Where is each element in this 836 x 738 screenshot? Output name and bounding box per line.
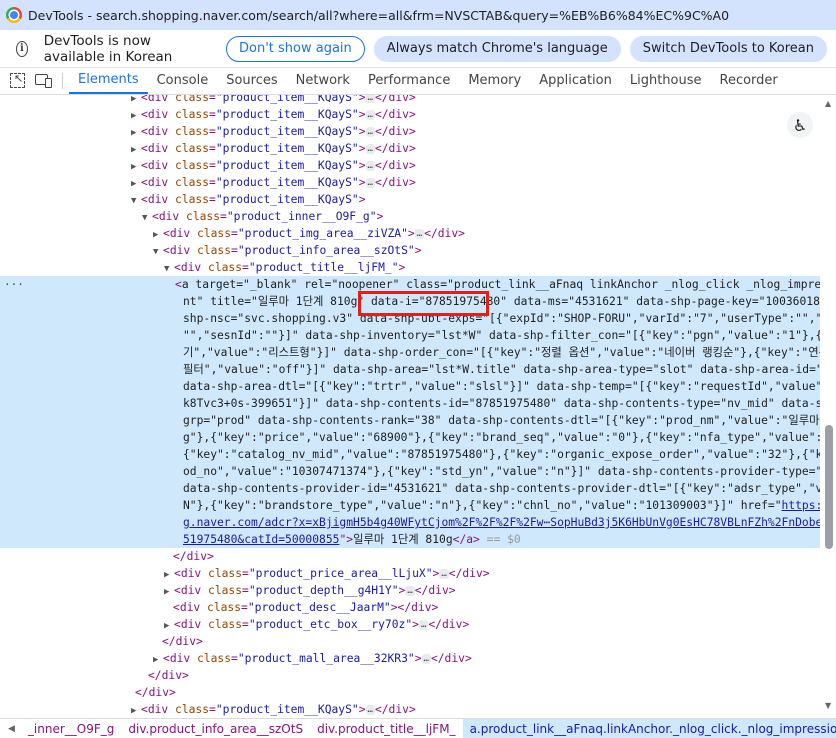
ellipsis-badge[interactable]: … xyxy=(418,620,429,630)
tab-network[interactable]: Network xyxy=(287,67,359,94)
accessibility-icon[interactable]: ♿ xyxy=(787,112,813,138)
dom-node-row[interactable]: ▼ <div class="product_item__KQayS"> xyxy=(0,191,820,208)
language-infobar: i DevTools is now available in Korean Do… xyxy=(0,30,836,68)
breadcrumb-item[interactable]: div.product_title__ljFM_ xyxy=(310,719,462,738)
selected-anchor-line-11[interactable]: {"key":"catalog_nv_mid","value":"8785197… xyxy=(0,446,820,463)
href-link-cont[interactable]: g.naver.com/adcr?x=xBjigmH5b4g40WFytCjom… xyxy=(183,516,820,529)
scrollbar-thumb[interactable] xyxy=(825,425,833,549)
href-link[interactable]: https://cr.shoppin xyxy=(782,499,820,512)
dom-node-row[interactable]: ▶ <div class="product_etc_box__ry70z">… </… xyxy=(0,616,820,633)
selected-anchor-line-2[interactable]: nt" title="일루마 1단계 810g" data-i="8785197… xyxy=(0,293,820,310)
anchor-text: 일루마 1단계 810g xyxy=(353,533,453,546)
ellipsis-badge[interactable]: … xyxy=(365,178,375,188)
toolbar-divider xyxy=(62,73,63,89)
inspect-element-icon[interactable] xyxy=(10,72,25,88)
dom-node-row[interactable]: ▶ <div class="product_depth__g4H1Y">… </di… xyxy=(0,582,820,599)
breadcrumb: ◀ _inner__O9F_g div.product_info_area__s… xyxy=(0,718,836,738)
window-title-bar: DevTools - search.shopping.naver.com/sea… xyxy=(0,0,836,30)
selected-anchor-line-15[interactable]: g.naver.com/adcr?x=xBjigmH5b4g40WFytCjom… xyxy=(0,514,820,531)
dom-close-row[interactable]: </div> xyxy=(0,667,820,684)
infobar-message: DevTools is now available in Korean xyxy=(43,32,173,65)
tab-recorder[interactable]: Recorder xyxy=(711,67,787,94)
breadcrumb-scroll-left-icon[interactable]: ◀ xyxy=(0,724,21,734)
match-language-button[interactable]: Always match Chrome's language xyxy=(373,35,621,62)
dom-node-row[interactable]: ▶ <div class="product_item__KQayS">… </div… xyxy=(0,701,820,718)
ellipsis-badge[interactable]: … xyxy=(365,110,375,120)
ellipsis-badge[interactable]: … xyxy=(365,95,375,103)
more-options-icon[interactable]: ··· xyxy=(4,276,24,293)
tab-lighthouse[interactable]: Lighthouse xyxy=(621,67,711,94)
breadcrumb-item[interactable]: _inner__O9F_g xyxy=(21,719,121,738)
scroll-down-icon[interactable]: ▼ xyxy=(825,701,831,710)
dom-node-row[interactable]: ▶ <div class="product_item__KQayS">… </div… xyxy=(0,123,820,140)
device-toolbar-icon[interactable] xyxy=(35,74,52,88)
selected-anchor-line-12[interactable]: od_no","value":"10307471374"},{"key":"st… xyxy=(0,463,820,480)
dom-node-row[interactable]: ▶ <div class="product_item__KQayS">… </div… xyxy=(0,140,820,157)
dom-close-row[interactable]: </div> xyxy=(0,684,820,701)
info-icon: i xyxy=(16,40,28,57)
chrome-logo-icon xyxy=(6,7,22,23)
elements-dom-tree[interactable]: ▶ <div class="product_item__KQayS">… </div… xyxy=(0,95,820,718)
selected-anchor-line-5[interactable]: 기","value":"리스트형"}]" data-shp-order_con=… xyxy=(0,344,820,361)
selected-anchor-line-7[interactable]: data-shp-area-dtl="[{"key":"trtr","value… xyxy=(0,378,820,395)
dom-node-row[interactable]: ▶ <div class="product_item__KQayS">… </div… xyxy=(0,95,820,106)
selected-anchor-line-10[interactable]: g"},{"key":"price","value":"68900"},{"ke… xyxy=(0,429,820,446)
dom-node-row[interactable]: ▼ <div class="product_info_area__szOtS"> xyxy=(0,242,820,259)
ellipsis-badge[interactable]: … xyxy=(365,161,375,171)
ellipsis-badge[interactable]: … xyxy=(365,705,375,715)
dom-node-row[interactable]: ▶ <div class="product_mall_area__32KR3">…… xyxy=(0,650,820,667)
tab-console[interactable]: Console xyxy=(148,67,218,94)
scroll-up-icon[interactable]: ▲ xyxy=(825,99,831,108)
switch-language-button[interactable]: Switch DevTools to Korean xyxy=(629,35,827,62)
selected-anchor-line-9[interactable]: grp="prod" data-shp-contents-rank="38" d… xyxy=(0,412,820,429)
selected-anchor-line-8[interactable]: k8Tvc3+0s-399651"}]" data-shp-contents-i… xyxy=(0,395,820,412)
devtools-tab-bar: Elements Console Sources Network Perform… xyxy=(0,68,836,95)
dont-show-again-button[interactable]: Don't show again xyxy=(226,35,365,62)
selected-node-marker: == $0 xyxy=(486,533,521,546)
ellipsis-badge[interactable]: … xyxy=(365,144,375,154)
tab-application[interactable]: Application xyxy=(530,67,621,94)
selected-anchor-line-14[interactable]: N"},{"key":"brandstore_type","value":"n"… xyxy=(0,497,820,514)
ellipsis-badge[interactable]: … xyxy=(414,229,425,239)
dom-close-row[interactable]: </div> xyxy=(0,633,820,650)
href-link-end[interactable]: 51975480&catId=50000855 xyxy=(183,533,339,546)
ellipsis-badge[interactable]: … xyxy=(439,569,449,579)
dom-node-row[interactable]: ▶ <div class="product_price_area__lLjuX">… xyxy=(0,565,820,582)
ellipsis-badge[interactable]: … xyxy=(405,586,415,596)
breadcrumb-item-active[interactable]: a.product_link__aFnaq.linkAnchor._nlog_c… xyxy=(462,719,836,738)
ellipsis-badge[interactable]: … xyxy=(365,127,375,137)
dom-node-row[interactable]: ▼ <div class="product_inner__O9F_g"> xyxy=(0,208,820,225)
expand-triangle-icon[interactable]: ▶ xyxy=(131,703,141,718)
selected-anchor-line-13[interactable]: data-shp-contents-provider-id="4531621" … xyxy=(0,480,820,497)
dom-node-row[interactable]: ▶ <div class="product_item__KQayS">… </div… xyxy=(0,174,820,191)
selected-anchor-line-4[interactable]: "","sesnId":""}]" data-shp-inventory="ls… xyxy=(0,327,820,344)
dom-node-row[interactable]: ▶ <div class="product_img_area__ziVZA">… <… xyxy=(0,225,820,242)
dom-node-row[interactable]: ▶ <div class="product_item__KQayS">… </div… xyxy=(0,157,820,174)
selected-anchor-line-6[interactable]: 필터","value":"off"}]" data-shp-area="lst*… xyxy=(0,361,820,378)
tab-performance[interactable]: Performance xyxy=(359,67,459,94)
window-title: DevTools - search.shopping.naver.com/sea… xyxy=(28,7,730,23)
vertical-scrollbar[interactable]: ▲ ▼ xyxy=(822,95,836,718)
breadcrumb-item[interactable]: div.product_info_area__szOtS xyxy=(121,719,310,738)
dom-node-row[interactable]: ▼ <div class="product_title__ljFM_"> xyxy=(0,259,820,276)
dom-node-row[interactable]: <div class="product_desc__JaarM"></div> xyxy=(0,599,820,616)
tab-memory[interactable]: Memory xyxy=(459,67,530,94)
selected-anchor-line-16[interactable]: 51975480&catId=50000855">일루마 1단계 810g</a… xyxy=(0,531,820,548)
selected-anchor-line-3[interactable]: shp-nsc="svc.shopping.v3" data-shp-ubt-e… xyxy=(0,310,820,327)
ellipsis-badge[interactable]: … xyxy=(421,654,431,664)
dom-node-row[interactable]: ▶ <div class="product_item__KQayS">… </div… xyxy=(0,106,820,123)
dom-close-row[interactable]: </div> xyxy=(0,548,820,565)
selected-anchor-line-1[interactable]: ··· <a target="_blank" rel="noopener" cla… xyxy=(0,276,820,293)
tab-elements[interactable]: Elements xyxy=(69,67,148,94)
tab-sources[interactable]: Sources xyxy=(217,67,286,94)
